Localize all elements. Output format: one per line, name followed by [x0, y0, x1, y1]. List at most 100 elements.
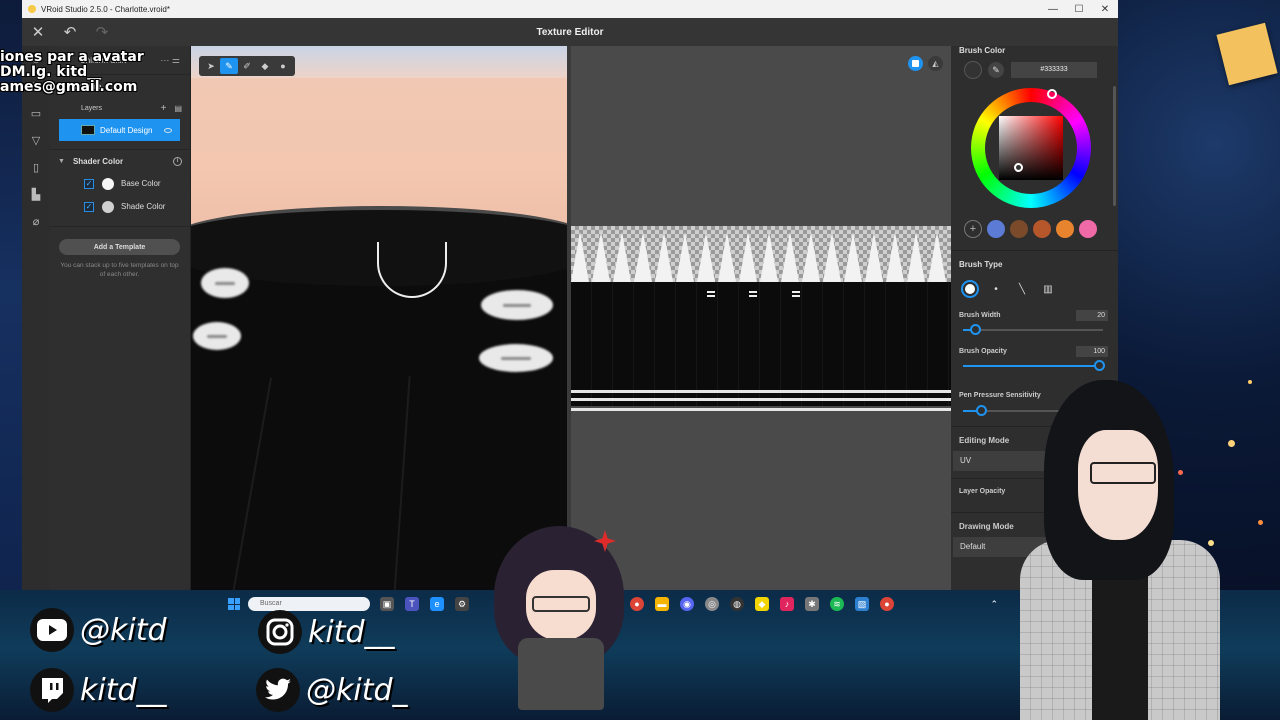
preset-color-swatch[interactable]: [1079, 220, 1097, 238]
shade-color-swatch[interactable]: [102, 200, 114, 213]
base-color-checkbox[interactable]: ✓: [84, 178, 94, 189]
fill-tool-icon[interactable]: ●: [274, 58, 292, 74]
pen-pressure-knob[interactable]: [976, 405, 987, 416]
photos-icon[interactable]: ▧: [855, 597, 869, 611]
chrome-profile-icon[interactable]: ●: [880, 597, 894, 611]
shader-section-toggle[interactable]: ▼ Shader Color i: [50, 150, 190, 172]
add-template-button[interactable]: Add a Template: [59, 239, 180, 255]
guide-toggle-icon[interactable]: ◭: [928, 56, 943, 71]
task-view-icon[interactable]: ▣: [380, 597, 394, 611]
uv-stripe: [571, 408, 951, 411]
file-explorer-icon[interactable]: ▬: [655, 597, 669, 611]
panel-scrollbar[interactable]: [1113, 86, 1116, 206]
folder-icon[interactable]: ▤: [174, 104, 182, 113]
close-editor-button[interactable]: ✕: [22, 18, 54, 46]
shade-color-checkbox[interactable]: ✓: [84, 201, 94, 212]
preset-color-swatch[interactable]: [1056, 220, 1074, 238]
twitch-handle: kitd__: [30, 668, 167, 712]
drawing-tools: ➤ ✎ ✐ ◆ ●: [199, 56, 295, 76]
preset-color-swatch[interactable]: [1010, 220, 1028, 238]
brush-opacity-input[interactable]: 100: [1076, 346, 1108, 357]
brush-type-label: Brush Type: [959, 260, 1003, 269]
settings-icon[interactable]: ⚙: [455, 597, 469, 611]
hue-knob[interactable]: [1047, 89, 1057, 99]
shade-color-row[interactable]: ✓ Shade Color: [50, 195, 190, 218]
brush-tool-icon[interactable]: ✐: [238, 58, 256, 74]
skirt-button: [193, 322, 241, 350]
uv-view-toggle[interactable]: [908, 56, 923, 71]
close-window-button[interactable]: ✕: [1092, 4, 1118, 15]
eraser-tool-icon[interactable]: ◆: [256, 58, 274, 74]
app-icon[interactable]: ✱: [805, 597, 819, 611]
app-icon: [28, 5, 36, 13]
editor-toolbar: ✕ ↶ ↷ Texture Editor: [22, 18, 1118, 46]
skirt-button: [201, 268, 249, 298]
leg-category-icon[interactable]: ▯: [22, 154, 50, 181]
brush-width-knob[interactable]: [970, 324, 981, 335]
add-layer-icon[interactable]: +: [161, 103, 167, 114]
obs-icon[interactable]: ◍: [730, 597, 744, 611]
category-strip: ☺ ✎ ▭ ▽ ▯ ▙ ⌀: [22, 46, 50, 590]
visibility-icon[interactable]: [164, 127, 172, 133]
top-category-icon[interactable]: ▭: [22, 100, 50, 127]
close-icon: ✕: [31, 24, 45, 41]
preset-color-swatch[interactable]: [1033, 220, 1051, 238]
taskbar-search[interactable]: Buscar: [248, 597, 370, 611]
current-color-swatch[interactable]: [964, 61, 982, 79]
edge-icon[interactable]: e: [430, 597, 444, 611]
shoe-category-icon[interactable]: ▙: [22, 181, 50, 208]
saturation-value-square[interactable]: [999, 116, 1063, 180]
skirt-fold: [231, 377, 273, 590]
undo-button[interactable]: ↶: [54, 18, 86, 46]
base-color-swatch[interactable]: [102, 177, 114, 190]
panel-menu-icon[interactable]: ⋯ ⚌: [160, 55, 180, 66]
windows-start-icon[interactable]: [228, 598, 240, 610]
divider: [951, 250, 1118, 251]
skirt-button: [479, 344, 553, 372]
maximize-button[interactable]: ☐: [1066, 4, 1092, 15]
layers-header: Layers + ▤: [50, 97, 190, 119]
shader-section: ▼ Shader Color i ✓ Base Color ✓ Shade Co…: [50, 149, 190, 218]
minimize-button[interactable]: —: [1040, 4, 1066, 15]
accessory-category-icon[interactable]: ⌀: [22, 208, 50, 235]
stream-overlay-text: iones par a avatar DM.Ig. kitd__ ames@gm…: [0, 50, 144, 95]
hex-input[interactable]: #333333: [1011, 62, 1097, 78]
teams-icon[interactable]: T: [405, 597, 419, 611]
brush-width-slider[interactable]: [963, 324, 1103, 335]
instagram-handle-text: kitd__: [308, 614, 395, 650]
brush-color-label: Brush Color: [959, 46, 1006, 55]
chevron-down-icon: ▼: [58, 157, 65, 165]
spotify-icon[interactable]: ≋: [830, 597, 844, 611]
select-tool-icon[interactable]: ➤: [202, 58, 220, 74]
eyedropper-icon[interactable]: ✎: [988, 62, 1004, 78]
base-color-row[interactable]: ✓ Base Color: [50, 172, 190, 195]
texture-brush-icon[interactable]: ▥: [1039, 280, 1057, 298]
preset-color-swatch[interactable]: [987, 220, 1005, 238]
instagram-icon: [258, 610, 302, 654]
redo-button[interactable]: ↷: [86, 18, 118, 46]
discord-icon[interactable]: ◉: [680, 597, 694, 611]
youtube-handle: @kitd: [30, 608, 167, 652]
brush-width-input[interactable]: 20: [1076, 310, 1108, 321]
layer-item-default-design[interactable]: Default Design: [59, 119, 180, 141]
soft-brush-icon[interactable]: •: [987, 280, 1005, 298]
uv-button-mark: [792, 290, 800, 298]
add-preset-icon[interactable]: +: [964, 220, 982, 238]
brush-opacity-slider[interactable]: [963, 360, 1105, 371]
editor-title: Texture Editor: [536, 26, 604, 38]
skirt-category-icon[interactable]: ▽: [22, 127, 50, 154]
shader-section-title: Shader Color: [72, 156, 124, 166]
line-brush-icon[interactable]: ╲: [1013, 280, 1031, 298]
pen-tool-icon[interactable]: ✎: [220, 58, 238, 74]
layer-thumbnail: [81, 125, 95, 135]
round-brush-icon[interactable]: [961, 280, 979, 298]
chibi-body: [518, 638, 604, 710]
saturation-knob[interactable]: [1014, 163, 1023, 172]
steam-icon[interactable]: ◎: [705, 597, 719, 611]
brush-width-label: Brush Width: [959, 312, 1001, 319]
tiktok-icon[interactable]: ♪: [780, 597, 794, 611]
avatar-face: [1078, 430, 1158, 540]
vroid-icon[interactable]: ◆: [755, 597, 769, 611]
chevron-up-icon[interactable]: ⌃: [990, 599, 998, 610]
info-icon[interactable]: i: [173, 156, 182, 166]
